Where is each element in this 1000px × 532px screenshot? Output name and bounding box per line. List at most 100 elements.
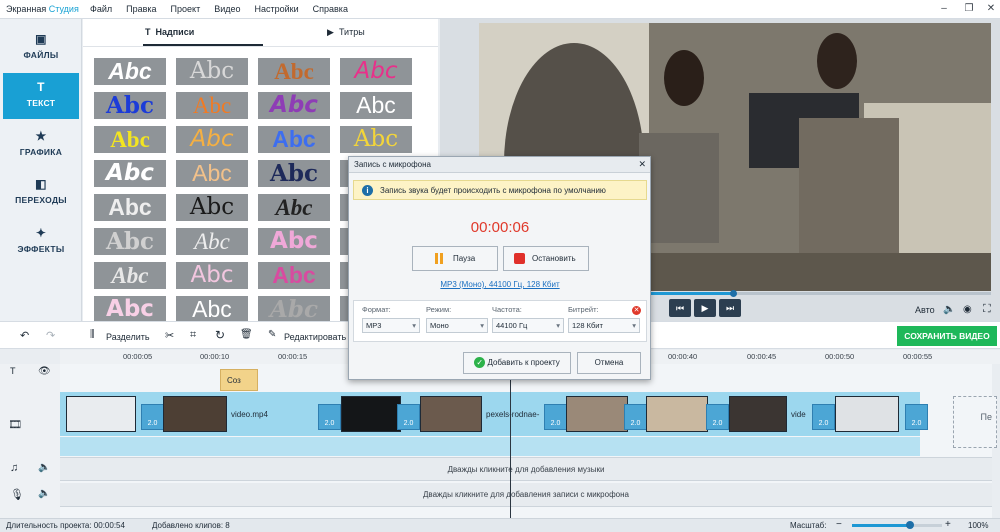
eye-icon[interactable]: 👁 [38, 366, 51, 377]
text-style-tile[interactable]: Abc [340, 126, 412, 153]
add-to-project-button[interactable]: ✓ Добавить к проекту [463, 352, 571, 374]
tab-captions[interactable]: T Надписи [145, 27, 194, 37]
undo-icon[interactable]: ↶ [20, 329, 29, 342]
text-style-tile[interactable]: Abc [340, 92, 412, 119]
tool-effects[interactable]: ✦ ЭФФЕКТЫ [3, 219, 79, 265]
text-style-tile[interactable]: Abc [258, 58, 330, 85]
trash-icon[interactable]: 🗑 [240, 329, 253, 340]
text-style-tile[interactable]: Abc [258, 262, 330, 289]
transition-block[interactable]: 2.0 [544, 404, 567, 430]
tab-titles[interactable]: ▶ Титры [327, 27, 365, 38]
zoom-slider-handle[interactable] [906, 521, 914, 529]
close-icon[interactable]: ✕ [638, 159, 646, 170]
microphone-track[interactable]: Дважды кликните для добавления записи с … [60, 483, 992, 507]
transition-block[interactable]: 2.0 [141, 404, 164, 430]
text-style-tile[interactable]: Abc [258, 296, 330, 323]
clip-thumbnail[interactable] [341, 396, 401, 432]
tool-text[interactable]: T ТЕКСТ [3, 73, 79, 119]
tool-graphics-label: ГРАФИКА [19, 147, 63, 157]
text-style-tile[interactable]: Abc [94, 92, 166, 119]
text-style-tile[interactable]: Abc [94, 296, 166, 323]
seek-bar-handle[interactable] [730, 290, 737, 297]
play-icon[interactable]: ▶ [694, 299, 716, 317]
text-style-tile[interactable]: Abc [176, 228, 248, 255]
edit-icon[interactable]: ✎ [268, 329, 276, 340]
text-style-tile[interactable]: Abc [176, 296, 248, 323]
text-style-tile[interactable]: Abc [176, 126, 248, 153]
tool-transitions-label: ПЕРЕХОДЫ [15, 195, 67, 205]
transition-block[interactable]: 2.0 [905, 404, 928, 430]
text-style-tile[interactable]: Abc [176, 160, 248, 187]
minimize-icon[interactable]: – [935, 2, 953, 16]
save-video-button[interactable]: СОХРАНИТЬ ВИДЕО [897, 326, 997, 346]
rotate-icon[interactable]: ↻ [215, 328, 225, 342]
text-style-tile[interactable]: Abc [176, 194, 248, 221]
text-style-tile[interactable]: Abc [94, 194, 166, 221]
previous-frame-icon[interactable]: ⏮ [669, 299, 691, 317]
tool-transitions[interactable]: ◧ ПЕРЕХОДЫ [3, 170, 79, 216]
quality-auto[interactable]: Авто [915, 305, 935, 315]
menu-video[interactable]: Видео [214, 4, 240, 14]
menu-project[interactable]: Проект [171, 4, 201, 14]
menu-settings[interactable]: Настройки [255, 4, 299, 14]
maximize-icon[interactable]: ❐ [960, 2, 978, 16]
mic-volume-icon[interactable]: 🔈 [38, 488, 50, 499]
text-style-tile[interactable]: Abc [340, 58, 412, 85]
clip-thumbnail[interactable] [646, 396, 708, 432]
zoom-out-icon[interactable]: − [836, 519, 842, 530]
clip-thumbnail[interactable] [835, 396, 899, 432]
zoom-in-icon[interactable]: + [945, 519, 951, 530]
text-style-tile[interactable]: Abc [94, 58, 166, 85]
clip-thumbnail[interactable] [420, 396, 482, 432]
pause-button[interactable]: Пауза [412, 246, 498, 271]
snapshot-icon[interactable]: ◉ [963, 304, 972, 315]
clip-thumbnail[interactable] [566, 396, 628, 432]
clip-thumbnail[interactable] [729, 396, 787, 432]
format-select[interactable]: MP3 ▾ [362, 318, 420, 333]
transition-block[interactable]: 2.0 [397, 404, 420, 430]
music-volume-icon[interactable]: 🔈 [38, 462, 50, 473]
tool-files[interactable]: ▣ ФАЙЛЫ [3, 25, 79, 71]
text-style-tile[interactable]: Abc [258, 194, 330, 221]
stop-button[interactable]: Остановить [503, 246, 589, 271]
text-style-tile[interactable]: Abc [258, 92, 330, 119]
format-settings-link[interactable]: MP3 (Моно), 44100 Гц, 128 Кбит [353, 280, 647, 289]
scissors-icon[interactable]: ✂ [165, 329, 174, 342]
freq-select[interactable]: 44100 Гц ▾ [492, 318, 564, 333]
text-style-tile[interactable]: Abc [176, 92, 248, 119]
cancel-button[interactable]: Отмена [577, 352, 641, 374]
split-icon[interactable]: ⫼ [90, 329, 95, 340]
transition-block[interactable]: 2.0 [706, 404, 729, 430]
text-style-tile[interactable]: Abc [94, 160, 166, 187]
mode-select[interactable]: Моно ▾ [426, 318, 488, 333]
menu-help[interactable]: Справка [313, 4, 348, 14]
text-clip[interactable]: Соз [220, 369, 258, 391]
bitrate-select[interactable]: 128 Кбит ▾ [568, 318, 640, 333]
transition-block[interactable]: 2.0 [624, 404, 647, 430]
text-style-tile[interactable]: Abc [258, 160, 330, 187]
add-clip-slot[interactable]: Пе [953, 396, 997, 448]
crop-icon[interactable]: ⌗ [190, 329, 196, 342]
menu-edit[interactable]: Правка [126, 4, 156, 14]
clip-thumbnail[interactable] [66, 396, 136, 432]
text-style-tile[interactable]: Abc [176, 262, 248, 289]
close-icon[interactable]: ✕ [982, 2, 1000, 16]
music-track[interactable]: Дважды кликните для добавления музыки [60, 457, 992, 481]
volume-icon[interactable]: 🔈 [943, 304, 955, 315]
edit-button[interactable]: Редактировать [284, 332, 346, 342]
menu-file[interactable]: Файл [90, 4, 112, 14]
clip-thumbnail[interactable] [163, 396, 227, 432]
text-style-tile[interactable]: Abc [258, 126, 330, 153]
redo-icon[interactable]: ↷ [46, 329, 55, 342]
text-style-tile[interactable]: Abc [176, 58, 248, 85]
text-style-tile[interactable]: Abc [94, 262, 166, 289]
transition-block[interactable]: 2.0 [812, 404, 835, 430]
next-frame-icon[interactable]: ⏭ [719, 299, 741, 317]
text-style-tile[interactable]: Abc [94, 228, 166, 255]
transition-block[interactable]: 2.0 [318, 404, 341, 430]
tool-graphics[interactable]: ★ ГРАФИКА [3, 122, 79, 168]
text-style-tile[interactable]: Abc [94, 126, 166, 153]
split-button[interactable]: Разделить [106, 332, 150, 342]
text-style-tile[interactable]: Abc [258, 228, 330, 255]
fullscreen-icon[interactable]: ⛶ [983, 303, 991, 316]
